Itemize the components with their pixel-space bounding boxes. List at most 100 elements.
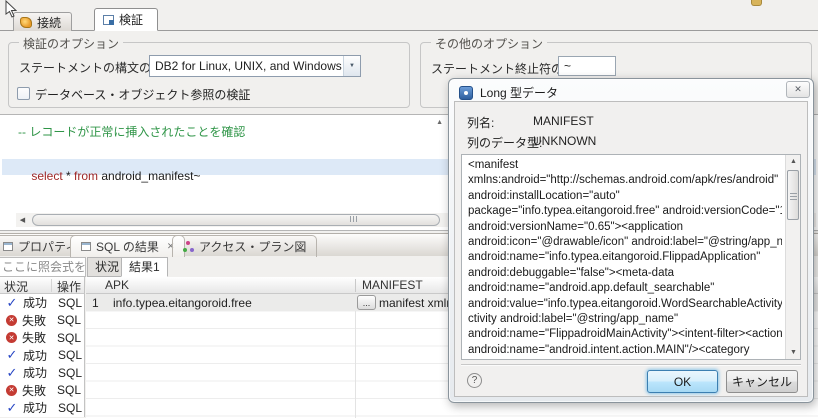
- column-name-value: MANIFEST: [533, 114, 594, 128]
- manifest-text-line: android:debuggable="false"><meta-data: [468, 266, 782, 281]
- manifest-text-line: android:installLocation="auto": [468, 189, 782, 204]
- apk-column-header[interactable]: APK: [105, 278, 129, 292]
- status-icon: [6, 365, 18, 381]
- tab-connection[interactable]: 接続: [13, 12, 72, 31]
- operation-label: SQL: [57, 383, 81, 397]
- footer-divider: [461, 364, 801, 366]
- status-table-body: 成功 SQL 失敗 SQL 失敗 SQL 成功 SQL: [0, 294, 85, 417]
- column-type-label: 列のデータ型:: [467, 136, 542, 150]
- manifest-text-line: xmlns:android="http://schemas.android.co…: [468, 173, 782, 188]
- sql-token: select: [31, 169, 62, 183]
- vscrollbar-thumb[interactable]: [787, 170, 799, 220]
- mouse-cursor-icon: [4, 0, 17, 19]
- status-column-header[interactable]: 状況: [4, 278, 28, 295]
- help-icon[interactable]: ?: [467, 373, 482, 388]
- sql-code-line: select * from android_manifest~: [18, 141, 200, 183]
- manifest-text-line: android:name="android.intent.action.MAIN…: [468, 343, 782, 358]
- status-icon: [6, 347, 18, 363]
- ok-button[interactable]: OK: [647, 370, 718, 393]
- close-icon[interactable]: ✕: [786, 81, 810, 98]
- status-row[interactable]: 失敗 SQL: [0, 382, 84, 400]
- terminator-input[interactable]: ~: [558, 56, 616, 76]
- status-label: 失敗: [22, 382, 46, 399]
- group-title: 検証のオプション: [19, 35, 123, 52]
- operation-label: SQL: [58, 348, 82, 362]
- status-row[interactable]: 成功 SQL: [0, 294, 84, 312]
- status-row[interactable]: 成功 SQL: [0, 347, 84, 365]
- sql-token: android_manifest~: [98, 169, 200, 183]
- chevron-down-icon[interactable]: ▼: [343, 56, 360, 76]
- operation-label: SQL: [57, 331, 81, 345]
- status-label: 失敗: [22, 329, 46, 346]
- scroll-up-icon[interactable]: ▲: [786, 155, 801, 168]
- tab-access-plan[interactable]: アクセス・プラン図: [172, 235, 317, 257]
- tab-sql-results[interactable]: SQL の結果 ✕: [70, 235, 185, 257]
- column-name-label: 列名:: [467, 116, 494, 130]
- open-long-data-button[interactable]: ...: [357, 295, 376, 310]
- sql-token: *: [63, 169, 74, 183]
- column-gridline: [355, 294, 356, 418]
- status-label: 成功: [23, 399, 47, 416]
- status-row[interactable]: 成功 SQL: [0, 399, 84, 417]
- row-number: 1: [92, 296, 99, 310]
- operation-column-header[interactable]: 操作: [57, 278, 81, 295]
- manifest-text-line: android:name="android.app.default_search…: [468, 281, 782, 296]
- dialog-body: 列名: MANIFEST 列のデータ型: UNKNOWN <manifestxm…: [454, 101, 808, 397]
- tab-sql-results-label: SQL の結果: [96, 238, 159, 255]
- dropdown-value: DB2 for Linux, UNIX, and Windows: [150, 59, 343, 73]
- status-label: 失敗: [22, 312, 46, 329]
- dialog-title: Long 型データ: [480, 84, 558, 101]
- tab-connection-label: 接続: [37, 14, 61, 31]
- toolbar-icon-partial: [751, 0, 762, 6]
- syntax-validation-dropdown[interactable]: DB2 for Linux, UNIX, and Windows ▼: [149, 55, 361, 77]
- long-data-dialog: Long 型データ ✕ 列名: MANIFEST 列のデータ型: UNKNOWN…: [448, 78, 814, 403]
- scroll-left-icon[interactable]: ◀: [16, 213, 29, 227]
- status-icon: [6, 315, 17, 326]
- hscrollbar-grip: [350, 216, 359, 222]
- status-label: 成功: [23, 347, 47, 364]
- long-data-textarea[interactable]: <manifestxmlns:android="http://schemas.a…: [461, 154, 801, 360]
- dialog-titlebar[interactable]: Long 型データ: [459, 84, 558, 101]
- dialog-icon: [459, 86, 473, 100]
- manifest-column-header[interactable]: MANIFEST: [362, 278, 423, 292]
- manifest-text-line: android:icon="@drawable/icon" android:la…: [468, 235, 782, 250]
- column-divider: [51, 279, 52, 292]
- status-icon: [6, 295, 18, 311]
- validation-options-group: 検証のオプション ステートメントの構文の検証: DB2 for Linux, U…: [8, 42, 410, 108]
- column-name-field: 列名: MANIFEST: [467, 114, 494, 131]
- connection-icon: [20, 17, 32, 28]
- scroll-down-icon[interactable]: ▼: [786, 346, 801, 359]
- column-divider: [355, 279, 356, 292]
- validation-icon: [103, 15, 114, 25]
- inner-tab-result1[interactable]: 結果1: [121, 257, 168, 277]
- hscrollbar-thumb[interactable]: [32, 214, 440, 226]
- status-row[interactable]: 失敗 SQL: [0, 329, 84, 347]
- status-row[interactable]: 成功 SQL: [0, 364, 84, 382]
- sql-comment-line: -- レコードが正常に挿入されたことを確認: [18, 123, 245, 140]
- object-reference-checkbox[interactable]: [17, 87, 30, 100]
- status-row[interactable]: 失敗 SQL: [0, 312, 84, 330]
- manifest-text: <manifestxmlns:android="http://schemas.a…: [468, 158, 782, 358]
- column-type-value: UNKNOWN: [533, 134, 596, 148]
- sql-token: from: [74, 169, 98, 183]
- tab-validation[interactable]: 検証: [94, 8, 158, 31]
- textarea-vscrollbar[interactable]: ▲ ▼: [785, 155, 800, 359]
- operation-label: SQL: [58, 296, 82, 310]
- status-table-header: 状況 操作: [0, 277, 85, 294]
- app-window: 接続 検証 検証のオプション ステートメントの構文の検証: DB2 for Li…: [0, 0, 818, 418]
- apk-cell: info.typea.eitangoroid.free: [113, 296, 252, 310]
- manifest-text-line: android:versionName="0.65"><application: [468, 220, 782, 235]
- manifest-text-line: ctivity android:label="@string/app_name": [468, 312, 782, 327]
- cancel-button[interactable]: キャンセル: [726, 370, 798, 393]
- access-plan-icon: [183, 241, 194, 252]
- manifest-text-line: <manifest: [468, 158, 782, 173]
- operation-label: SQL: [58, 366, 82, 380]
- object-reference-checkbox-label: データベース・オブジェクト参照の検証: [35, 86, 250, 103]
- query-filter-input[interactable]: ここに照会式を入力: [0, 257, 86, 277]
- status-label: 成功: [23, 364, 47, 381]
- status-icon: [6, 385, 17, 396]
- manifest-text-line: android:name="info.typea.eitangoroid.Fli…: [468, 250, 782, 265]
- manifest-text-line: android:name="FlippadroidMainActivity"><…: [468, 327, 782, 342]
- editor-scroll-up-icon[interactable]: ▲: [436, 119, 443, 126]
- tab-validation-label: 検証: [119, 11, 143, 28]
